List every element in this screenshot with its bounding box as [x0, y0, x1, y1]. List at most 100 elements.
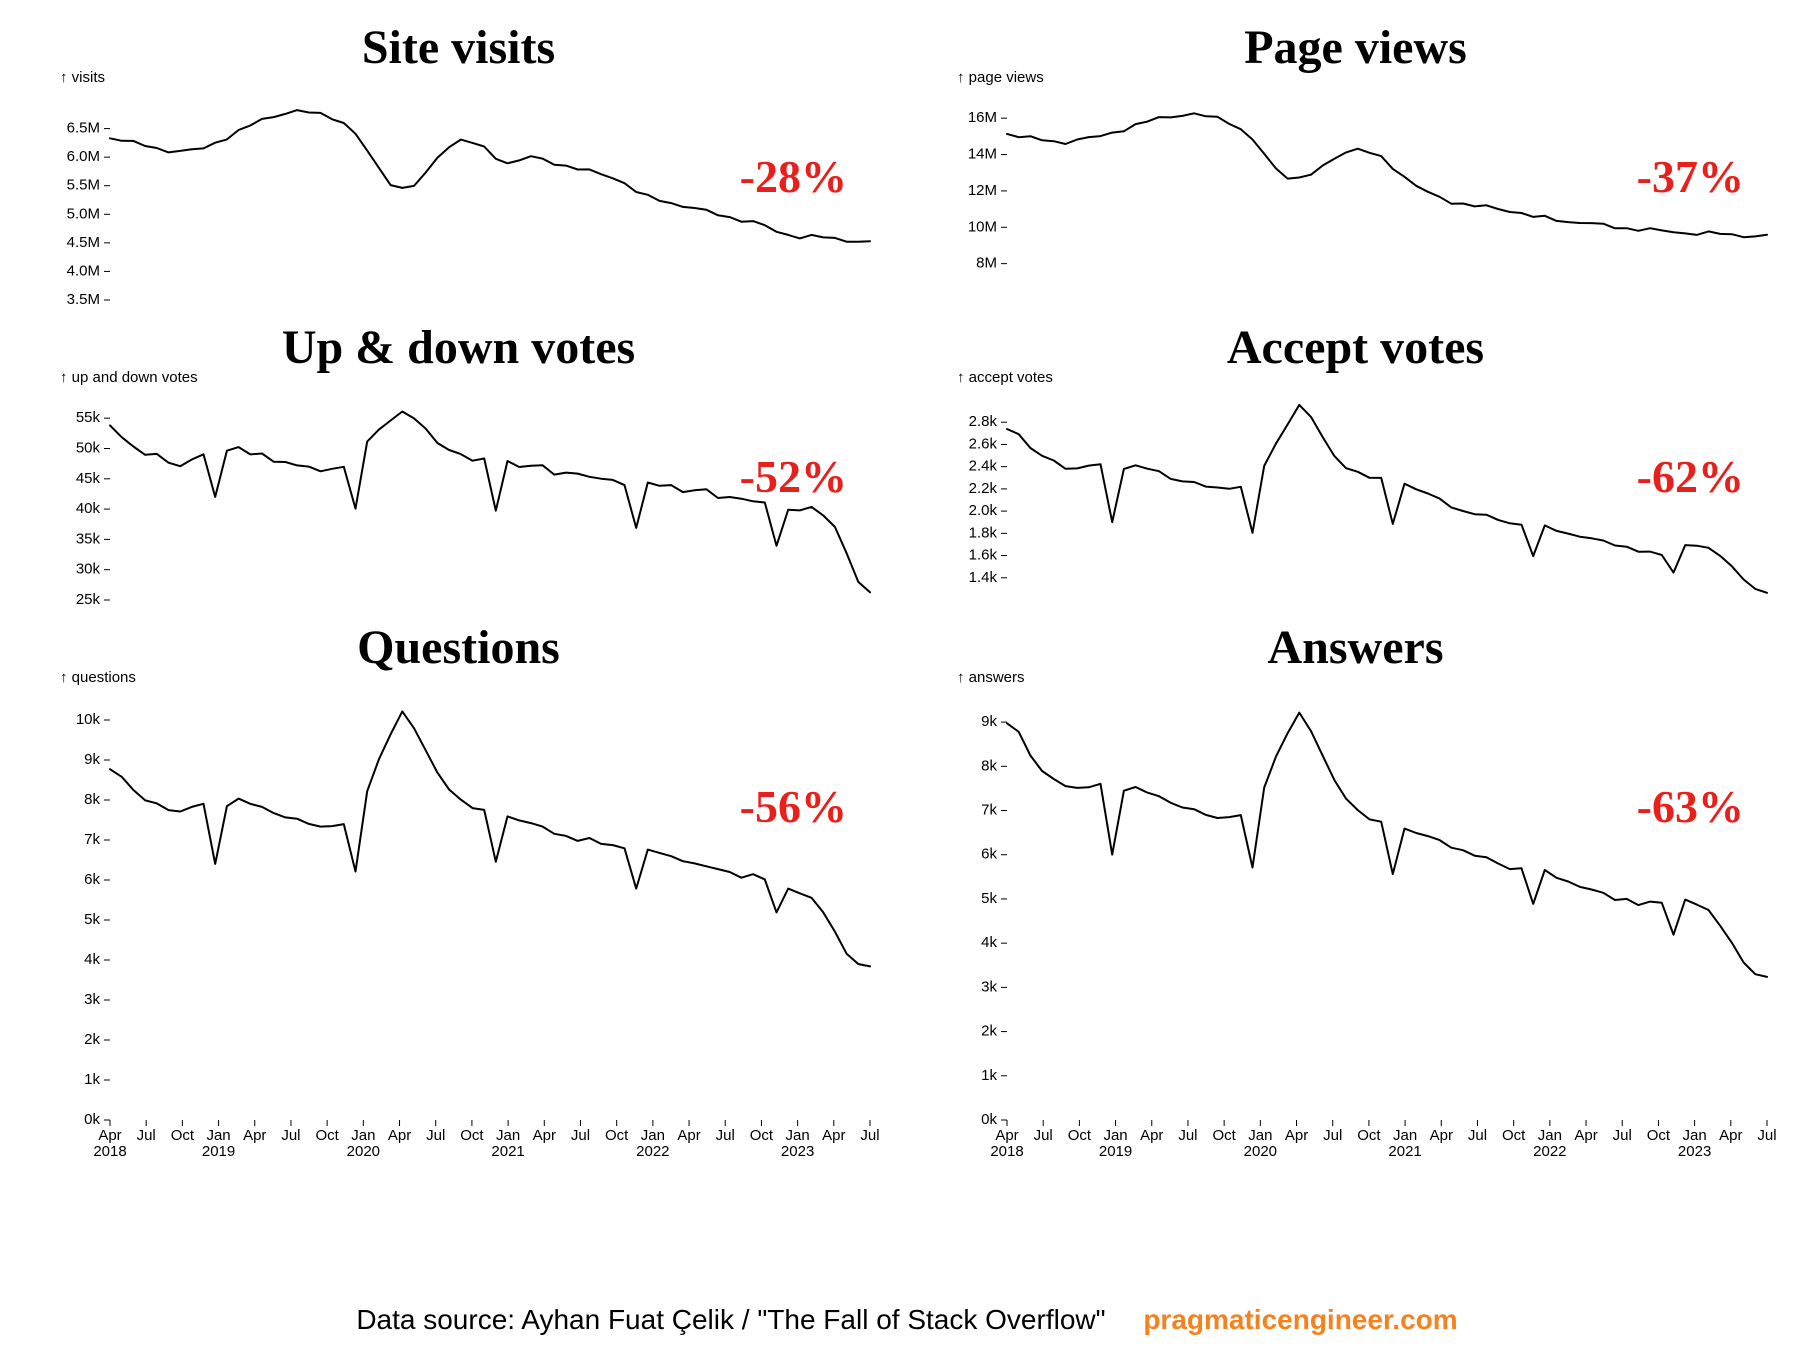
svg-text:1.4k: 1.4k [969, 569, 998, 586]
svg-text:8k: 8k [84, 791, 100, 808]
svg-text:↑ up and down votes: ↑ up and down votes [60, 369, 198, 386]
svg-text:Oct: Oct [1212, 1127, 1236, 1144]
svg-text:Jul: Jul [137, 1127, 156, 1144]
svg-text:2019: 2019 [1099, 1143, 1132, 1160]
brand-link[interactable]: pragmaticengineer.com [1143, 1304, 1457, 1335]
svg-text:2020: 2020 [347, 1143, 380, 1160]
svg-text:2022: 2022 [1533, 1143, 1566, 1160]
panel-site-visits: Site visits 3.5M4.0M4.5M5.0M5.5M6.0M6.5M… [30, 20, 887, 320]
svg-text:7k: 7k [84, 831, 100, 848]
panel-questions: Questions 0k1k2k3k4k5k6k7k8k9k10k↑ quest… [30, 620, 887, 1180]
svg-text:3.5M: 3.5M [67, 291, 100, 308]
pct-annotation: -37% [1637, 150, 1744, 203]
svg-text:Jan: Jan [786, 1127, 810, 1144]
svg-text:0k: 0k [84, 1111, 100, 1128]
svg-text:Jan: Jan [351, 1127, 375, 1144]
svg-text:2k: 2k [84, 1031, 100, 1048]
svg-text:2021: 2021 [1388, 1143, 1421, 1160]
svg-text:2k: 2k [981, 1023, 997, 1040]
svg-text:Apr: Apr [1574, 1127, 1597, 1144]
svg-text:Jul: Jul [571, 1127, 590, 1144]
svg-text:8k: 8k [981, 757, 997, 774]
svg-text:Apr: Apr [995, 1127, 1018, 1144]
svg-text:Jan: Jan [1683, 1127, 1707, 1144]
svg-text:Apr: Apr [98, 1127, 121, 1144]
svg-text:Jul: Jul [1468, 1127, 1487, 1144]
svg-text:Oct: Oct [605, 1127, 629, 1144]
svg-text:4k: 4k [981, 934, 997, 951]
svg-text:Jan: Jan [206, 1127, 230, 1144]
svg-text:Oct: Oct [171, 1127, 195, 1144]
svg-text:Oct: Oct [1357, 1127, 1381, 1144]
panel-page-views: Page views 8M10M12M14M16M↑ page views -3… [927, 20, 1784, 320]
svg-text:6k: 6k [84, 871, 100, 888]
svg-text:50k: 50k [76, 439, 101, 456]
series-line [110, 711, 870, 966]
svg-text:2023: 2023 [1678, 1143, 1711, 1160]
svg-text:2.8k: 2.8k [969, 413, 998, 430]
svg-text:2021: 2021 [491, 1143, 524, 1160]
panel-accept-votes: Accept votes 1.4k1.6k1.8k2.0k2.2k2.4k2.6… [927, 320, 1784, 620]
svg-text:2018: 2018 [93, 1143, 126, 1160]
svg-text:16M: 16M [968, 109, 997, 126]
svg-text:↑ page views: ↑ page views [957, 69, 1044, 86]
svg-text:Apr: Apr [1140, 1127, 1163, 1144]
svg-text:40k: 40k [76, 500, 101, 517]
svg-text:1k: 1k [84, 1071, 100, 1088]
svg-text:2022: 2022 [636, 1143, 669, 1160]
svg-text:4.0M: 4.0M [67, 262, 100, 279]
svg-text:Apr: Apr [243, 1127, 266, 1144]
svg-text:Apr: Apr [1719, 1127, 1742, 1144]
svg-text:2.0k: 2.0k [969, 502, 998, 519]
svg-text:Jul: Jul [426, 1127, 445, 1144]
svg-text:12M: 12M [968, 182, 997, 199]
svg-text:2023: 2023 [781, 1143, 814, 1160]
svg-text:Jul: Jul [1178, 1127, 1197, 1144]
svg-text:35k: 35k [76, 530, 101, 547]
svg-text:↑ accept votes: ↑ accept votes [957, 369, 1053, 386]
svg-text:5k: 5k [84, 911, 100, 928]
svg-text:9k: 9k [981, 713, 997, 730]
svg-text:Oct: Oct [1502, 1127, 1526, 1144]
svg-text:2018: 2018 [990, 1143, 1023, 1160]
svg-text:Apr: Apr [533, 1127, 556, 1144]
svg-text:6.5M: 6.5M [67, 120, 100, 137]
pct-annotation: -28% [740, 150, 847, 203]
svg-text:Oct: Oct [460, 1127, 484, 1144]
svg-text:1.8k: 1.8k [969, 524, 998, 541]
svg-text:Jan: Jan [1103, 1127, 1127, 1144]
svg-text:↑ questions: ↑ questions [60, 669, 136, 686]
svg-text:1.6k: 1.6k [969, 547, 998, 564]
svg-text:Oct: Oct [315, 1127, 339, 1144]
svg-text:↑ answers: ↑ answers [957, 669, 1025, 686]
svg-text:6.0M: 6.0M [67, 148, 100, 165]
svg-text:2020: 2020 [1244, 1143, 1277, 1160]
svg-text:5.5M: 5.5M [67, 177, 100, 194]
pct-annotation: -63% [1637, 780, 1744, 833]
svg-text:Jul: Jul [1034, 1127, 1053, 1144]
svg-text:Jan: Jan [641, 1127, 665, 1144]
svg-text:1k: 1k [981, 1067, 997, 1084]
svg-text:2.4k: 2.4k [969, 458, 998, 475]
svg-text:55k: 55k [76, 409, 101, 426]
svg-text:Jul: Jul [860, 1127, 879, 1144]
series-line [1007, 713, 1767, 977]
panel-up-down-votes: Up & down votes 25k30k35k40k45k50k55k↑ u… [30, 320, 887, 620]
svg-text:Jan: Jan [1538, 1127, 1562, 1144]
svg-text:5.0M: 5.0M [67, 205, 100, 222]
chart-questions: 0k1k2k3k4k5k6k7k8k9k10k↑ questions Apr20… [30, 620, 890, 1180]
svg-text:Apr: Apr [1285, 1127, 1308, 1144]
chart-page: Site visits 3.5M4.0M4.5M5.0M5.5M6.0M6.5M… [0, 0, 1814, 1348]
data-source-label: Data source: Ayhan Fuat Çelik / "The Fal… [356, 1304, 1105, 1335]
svg-text:Oct: Oct [1647, 1127, 1671, 1144]
svg-text:Jul: Jul [1613, 1127, 1632, 1144]
svg-text:2.6k: 2.6k [969, 435, 998, 452]
svg-text:7k: 7k [981, 802, 997, 819]
svg-text:9k: 9k [84, 751, 100, 768]
svg-text:2.2k: 2.2k [969, 480, 998, 497]
svg-text:Oct: Oct [1068, 1127, 1092, 1144]
svg-text:4k: 4k [84, 951, 100, 968]
svg-text:14M: 14M [968, 146, 997, 163]
svg-text:Jul: Jul [716, 1127, 735, 1144]
svg-text:Jan: Jan [1393, 1127, 1417, 1144]
